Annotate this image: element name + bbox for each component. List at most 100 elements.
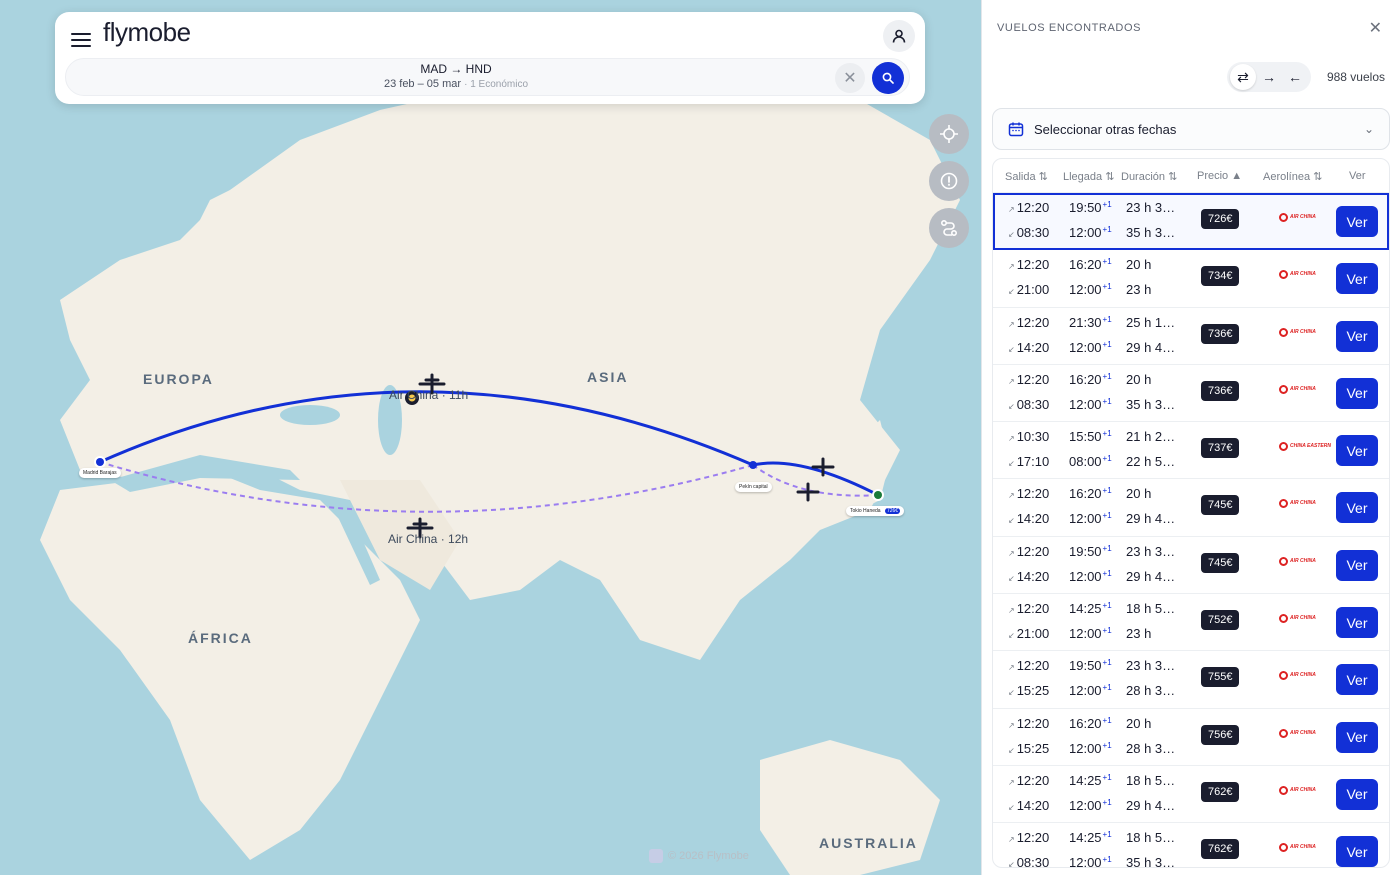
time-text: 14:25 bbox=[1069, 772, 1102, 788]
time-text: 14:25 bbox=[1069, 830, 1102, 846]
time-text: 12:00 bbox=[1069, 797, 1102, 813]
sort-icon: ⇅ bbox=[1313, 171, 1323, 183]
view-flight-button[interactable]: Ver bbox=[1336, 836, 1378, 867]
clear-search-button[interactable]: ✕ bbox=[835, 63, 865, 93]
airline-mark-icon bbox=[1279, 556, 1288, 566]
return-arrow-icon: ↙ bbox=[1008, 516, 1015, 526]
departure-time-outbound: ↗ 12:20 bbox=[1008, 601, 1049, 616]
view-flight-button[interactable]: Ver bbox=[1336, 607, 1378, 639]
panel-title: VUELOS ENCONTRADOS bbox=[997, 22, 1142, 34]
flights-table: Salida ⇅ Llegada ⇅ Duración ⇅ Precio ▲ A… bbox=[992, 158, 1390, 868]
time-text: 12:00 bbox=[1069, 683, 1102, 699]
sort-duracion[interactable]: Duración ⇅ bbox=[1121, 170, 1177, 183]
flight-row[interactable]: ↗ 12:20 14:25+1 18 h 5… ↙ 14:20 12:00+1 29 h 4…… bbox=[993, 766, 1389, 824]
flight-row[interactable]: ↗ 12:20 19:50+1 23 h 3… ↙ 15:25 12:00+1 28 h 3…… bbox=[993, 651, 1389, 709]
next-day-badge: +1 bbox=[1102, 543, 1112, 553]
view-flight-button[interactable]: Ver bbox=[1336, 549, 1378, 581]
departure-arrow-icon: ↗ bbox=[1008, 434, 1015, 444]
view-flight-button[interactable]: Ver bbox=[1336, 263, 1378, 295]
view-flight-button[interactable]: Ver bbox=[1336, 721, 1378, 753]
view-flight-button[interactable]: Ver bbox=[1336, 664, 1378, 696]
sort-aerolinea[interactable]: Aerolínea ⇅ bbox=[1263, 170, 1322, 183]
duration-return: 29 h 4… bbox=[1126, 568, 1176, 584]
calendar-icon bbox=[1008, 122, 1024, 137]
airport-label-destination[interactable]: Tokio Haneda 726€ bbox=[846, 506, 905, 516]
flight-row[interactable]: ↗ 12:20 16:20+1 20 h ↙ 08:30 12:00+1 35 h 3… 736… bbox=[993, 365, 1389, 423]
route-button[interactable] bbox=[929, 208, 969, 248]
search-summary[interactable]: MAD → HND 23 feb – 05 mar · 1 Económico … bbox=[65, 58, 910, 96]
view-flight-button[interactable]: Ver bbox=[1336, 778, 1378, 810]
view-flight-button[interactable]: Ver bbox=[1336, 435, 1378, 467]
flight-row[interactable]: ↗ 12:20 14:25+1 18 h 5… ↙ 08:30 12:00+1 35 h 3…… bbox=[993, 823, 1389, 868]
arrival-time-return: 12:00+1 bbox=[1069, 798, 1112, 813]
flight-row[interactable]: ↗ 12:20 16:20+1 20 h ↙ 14:20 12:00+1 29 h 4… 745… bbox=[993, 479, 1389, 537]
time-text: 08:30 bbox=[1016, 855, 1050, 868]
roundtrip-button[interactable]: ⇄ bbox=[1230, 64, 1256, 90]
view-flight-button[interactable]: Ver bbox=[1336, 377, 1378, 409]
departure-time-return: ↙ 14:20 bbox=[1008, 511, 1049, 526]
arrival-time-return: 08:00+1 bbox=[1069, 454, 1112, 469]
sort-precio[interactable]: Precio ▲ bbox=[1197, 170, 1242, 182]
return-arrow-icon: ↙ bbox=[1008, 344, 1015, 354]
airline-name: AIR CHINA bbox=[1290, 271, 1316, 278]
time-text: 08:00 bbox=[1069, 454, 1102, 470]
view-flight-button[interactable]: Ver bbox=[1336, 320, 1378, 352]
price-badge: 737€ bbox=[1201, 438, 1240, 459]
time-text: 17:10 bbox=[1016, 454, 1050, 470]
duration-outbound: 23 h 3… bbox=[1126, 658, 1176, 674]
airport-label-hub[interactable]: Pekín capital bbox=[735, 482, 772, 492]
next-day-badge: +1 bbox=[1102, 486, 1112, 496]
airline-mark-icon bbox=[1279, 785, 1288, 795]
next-day-badge: +1 bbox=[1102, 454, 1112, 464]
search-passengers: · 1 Económico bbox=[464, 79, 529, 90]
view-flight-button[interactable]: Ver bbox=[1336, 206, 1378, 237]
flight-row[interactable]: ↗ 12:20 14:25+1 18 h 5… ↙ 21:00 12:00+1 23 h 752… bbox=[993, 594, 1389, 652]
time-text: 14:20 bbox=[1016, 339, 1050, 355]
time-text: 12:00 bbox=[1069, 282, 1102, 298]
search-dates: 23 feb – 05 mar bbox=[383, 78, 462, 90]
flight-row[interactable]: ↗ 12:20 21:30+1 25 h 1… ↙ 14:20 12:00+1 29 h 4…… bbox=[993, 308, 1389, 365]
next-day-badge: +1 bbox=[1102, 225, 1112, 234]
time-text: 08:30 bbox=[1016, 396, 1050, 412]
menu-button[interactable] bbox=[70, 29, 92, 49]
info-button[interactable] bbox=[929, 161, 969, 201]
locate-button[interactable] bbox=[929, 114, 969, 154]
arrival-time-return: 12:00+1 bbox=[1069, 855, 1112, 867]
departure-arrow-icon: ↗ bbox=[1008, 548, 1015, 558]
map[interactable]: EUROPA ASIA ÁFRICA AUSTRALIA Air China ·… bbox=[0, 0, 981, 875]
arrival-time-return: 12:00+1 bbox=[1069, 741, 1112, 756]
price-badge: 736€ bbox=[1201, 380, 1240, 401]
brand-logo[interactable]: flymobe bbox=[103, 17, 191, 48]
price-badge: 736€ bbox=[1201, 323, 1240, 344]
flight-row[interactable]: ↗ 12:20 16:20+1 20 h ↙ 15:25 12:00+1 28 h 3… 756… bbox=[993, 709, 1389, 766]
view-flight-button[interactable]: Ver bbox=[1336, 492, 1378, 524]
flight-row[interactable]: ↗ 12:20 16:20+1 20 h ↙ 21:00 12:00+1 23 h 734€ AI… bbox=[993, 250, 1389, 308]
return-button[interactable]: ← bbox=[1282, 64, 1308, 90]
copyright-text: © 2026 Flymobe bbox=[668, 850, 749, 862]
departure-time-return: ↙ 15:25 bbox=[1008, 683, 1049, 698]
time-text: 12:20 bbox=[1016, 486, 1050, 502]
flight-row[interactable]: ↗ 12:20 19:50+1 23 h 3… ↙ 08:30 12:00+1 35 h 3…… bbox=[993, 193, 1389, 251]
sort-llegada[interactable]: Llegada ⇅ bbox=[1063, 170, 1114, 183]
flight-row[interactable]: ↗ 12:20 19:50+1 23 h 3… ↙ 14:20 12:00+1 29 h 4…… bbox=[993, 537, 1389, 595]
close-icon: ✕ bbox=[1368, 20, 1382, 37]
arrival-time-outbound: 14:25+1 bbox=[1069, 830, 1112, 845]
search-button[interactable] bbox=[872, 62, 904, 94]
price-badge: 726€ bbox=[1201, 209, 1240, 229]
outbound-button[interactable]: → bbox=[1256, 64, 1282, 90]
departure-arrow-icon: ↗ bbox=[1008, 663, 1015, 673]
time-text: 12:20 bbox=[1016, 715, 1050, 731]
date-selector[interactable]: Seleccionar otras fechas ⌄ bbox=[992, 108, 1390, 150]
next-day-badge: +1 bbox=[1102, 830, 1112, 840]
user-button[interactable] bbox=[883, 20, 915, 52]
next-day-badge: +1 bbox=[1102, 371, 1112, 381]
next-day-badge: +1 bbox=[1102, 772, 1112, 782]
sort-salida[interactable]: Salida ⇅ bbox=[1005, 170, 1048, 183]
duration-return: 23 h bbox=[1126, 626, 1152, 642]
airline-mark-icon bbox=[1279, 671, 1288, 681]
airport-label-origin[interactable]: Madrid Barajas bbox=[79, 468, 121, 478]
close-panel-button[interactable]: ✕ bbox=[1369, 18, 1382, 38]
time-text: 12:00 bbox=[1069, 568, 1102, 584]
flight-row[interactable]: ↗ 10:30 15:50+1 21 h 2… ↙ 17:10 08:00+1 22 h 5…… bbox=[993, 422, 1389, 480]
airline-logo: AIR CHINA bbox=[1279, 671, 1316, 681]
